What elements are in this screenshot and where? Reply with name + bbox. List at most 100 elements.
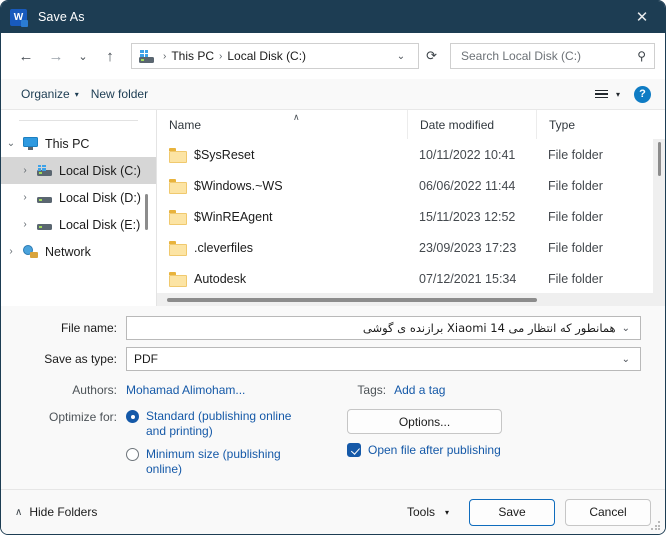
file-list-horizontal-scroll-thumb[interactable] <box>167 298 537 302</box>
open-file-after-publishing-checkbox[interactable]: Open file after publishing <box>347 443 653 457</box>
new-folder-button[interactable]: New folder <box>85 84 154 104</box>
chevron-right-icon[interactable]: › <box>15 192 35 203</box>
network-icon <box>21 245 39 258</box>
sidebar-item-local-disk-c[interactable]: › Local Disk (C:) <box>1 157 156 184</box>
breadcrumb-separator: › <box>219 50 223 62</box>
sidebar-scrollbar[interactable] <box>145 194 148 230</box>
chevron-down-icon: ▾ <box>74 89 79 99</box>
file-type-cell: File folder <box>548 147 603 162</box>
file-date-cell: 07/12/2021 15:34 <box>419 271 517 286</box>
title-bar: W Save As ✕ <box>1 1 665 33</box>
file-name-value: همانطور که انتظار می Xiaomi 14 برازنده ی… <box>362 321 616 335</box>
search-box[interactable]: ⚲ <box>450 43 655 69</box>
chevron-down-icon[interactable]: ⌄ <box>616 354 636 365</box>
column-header-name[interactable]: Name <box>157 110 407 139</box>
navigation-bar: ← → ⌄ ↑ › This PC › Local Disk (C:) ⌄ ⟳ … <box>1 33 665 79</box>
options-button[interactable]: Options... <box>347 409 502 434</box>
file-name-cell: Autodesk <box>157 272 407 287</box>
sidebar-item-label: Network <box>45 244 91 259</box>
table-row[interactable]: $WinREAgent 15/11/2023 12:52 File folder <box>157 201 665 232</box>
column-label: Type <box>549 117 576 132</box>
save-as-type-row: Save as type: PDF ⌄ <box>13 347 653 371</box>
address-bar[interactable]: › This PC › Local Disk (C:) ⌄ <box>131 43 420 69</box>
file-name-cell: $WinREAgent <box>157 209 407 225</box>
organize-button[interactable]: Organize ▾ <box>15 84 85 104</box>
sidebar-divider <box>19 120 138 121</box>
optimize-for-row: Optimize for: Standard (publishing onlin… <box>13 409 653 485</box>
column-header-type[interactable]: Type <box>536 110 665 139</box>
chevron-right-icon[interactable]: › <box>1 246 21 257</box>
tools-button[interactable]: Tools ▾ <box>401 500 455 524</box>
sort-ascending-icon: ∧ <box>293 112 300 122</box>
cancel-button[interactable]: Cancel <box>565 498 651 526</box>
table-row[interactable]: $Windows.~WS 06/06/2022 11:44 File folde… <box>157 170 665 201</box>
file-list-horizontal-scrollbar[interactable] <box>157 293 653 306</box>
view-options-button[interactable]: ▾ <box>594 89 620 99</box>
table-row[interactable]: $SysReset 10/11/2022 10:41 File folder <box>157 139 665 170</box>
optimize-for-label: Optimize for: <box>48 410 117 424</box>
radio-minimum-size-indicator[interactable] <box>126 448 139 461</box>
table-row[interactable]: .cleverfiles 23/09/2023 17:23 File folde… <box>157 232 665 263</box>
radio-standard-indicator[interactable] <box>126 410 139 423</box>
drive-icon <box>35 192 53 204</box>
sidebar-item-label: This PC <box>45 136 90 151</box>
chevron-right-icon[interactable]: › <box>15 219 35 230</box>
tools-label: Tools <box>406 505 435 519</box>
sidebar-item-this-pc[interactable]: ⌄ This PC <box>1 130 156 157</box>
sidebar-item-label: Local Disk (D:) <box>59 190 141 205</box>
resize-grip[interactable] <box>651 521 661 531</box>
column-header-date-modified[interactable]: Date modified <box>407 110 536 139</box>
file-name-label: $WinREAgent <box>194 209 273 224</box>
save-button[interactable]: Save <box>469 498 555 526</box>
hide-folders-button[interactable]: ∧ Hide Folders <box>15 505 97 519</box>
file-name-label: $Windows.~WS <box>194 178 283 193</box>
add-a-tag-link[interactable]: Add a tag <box>394 383 445 397</box>
file-type-cell: File folder <box>548 271 603 286</box>
authors-label: Authors: <box>72 383 117 397</box>
folder-icon <box>169 210 187 225</box>
breadcrumb-local-disk-c[interactable]: Local Disk (C:) <box>225 49 308 63</box>
radio-minimum-size-label: Minimum size (publishing online) <box>146 447 281 476</box>
search-input[interactable] <box>459 48 638 64</box>
recent-locations-icon[interactable]: ⌄ <box>71 41 95 71</box>
search-icon[interactable]: ⚲ <box>637 49 646 63</box>
sidebar-item-network[interactable]: › Network <box>1 238 156 265</box>
chevron-right-icon[interactable]: › <box>15 165 35 176</box>
help-icon[interactable]: ? <box>634 85 651 103</box>
back-icon[interactable]: ← <box>11 41 41 71</box>
chevron-down-icon[interactable]: ⌄ <box>1 138 21 149</box>
optimize-radio-group: Standard (publishing online and printing… <box>126 409 311 485</box>
chevron-down-icon: ▾ <box>615 89 620 99</box>
file-date-cell: 23/09/2023 17:23 <box>419 240 517 255</box>
breadcrumb-this-pc[interactable]: This PC <box>169 49 216 63</box>
drive-icon <box>35 219 53 231</box>
chevron-down-icon[interactable]: ⌄ <box>388 51 414 62</box>
file-name-label: .cleverfiles <box>194 240 254 255</box>
authors-value[interactable]: Mohamad Alimoham... <box>126 383 245 397</box>
sidebar-item-local-disk-d[interactable]: › Local Disk (D:) <box>1 184 156 211</box>
close-icon[interactable]: ✕ <box>619 1 665 33</box>
file-name-label: $SysReset <box>194 147 255 162</box>
command-toolbar: Organize ▾ New folder ▾ ? <box>1 79 665 109</box>
chevron-down-icon[interactable]: ⌄ <box>616 323 636 334</box>
radio-standard[interactable]: Standard (publishing online and printing… <box>126 409 311 439</box>
word-app-icon: W <box>10 8 28 27</box>
save-as-type-select[interactable]: PDF ⌄ <box>126 347 641 371</box>
refresh-icon[interactable]: ⟳ <box>419 48 444 64</box>
breadcrumb-separator: › <box>163 50 167 62</box>
file-name-cell: $Windows.~WS <box>157 178 407 194</box>
sidebar-item-local-disk-e[interactable]: › Local Disk (E:) <box>1 211 156 238</box>
save-as-dialog: W Save As ✕ ← → ⌄ ↑ › This PC › Local Di… <box>0 0 666 535</box>
forward-icon[interactable]: → <box>41 41 71 71</box>
table-row[interactable]: Autodesk 07/12/2021 15:34 File folder <box>157 263 665 294</box>
file-browser: ⌄ This PC › Local Disk (C:) › Local Disk… <box>1 109 665 306</box>
file-name-input[interactable]: همانطور که انتظار می Xiaomi 14 برازنده ی… <box>126 316 641 340</box>
list-view-icon <box>594 89 608 99</box>
up-icon[interactable]: ↑ <box>95 41 125 71</box>
radio-minimum-size[interactable]: Minimum size (publishing online) <box>126 447 311 477</box>
checkbox-indicator[interactable] <box>347 443 361 457</box>
dialog-footer: ∧ Hide Folders Tools ▾ Save Cancel <box>1 489 665 534</box>
folder-icon <box>169 241 187 256</box>
save-as-type-value: PDF <box>134 352 158 366</box>
file-list-vertical-scroll-thumb[interactable] <box>658 142 661 176</box>
